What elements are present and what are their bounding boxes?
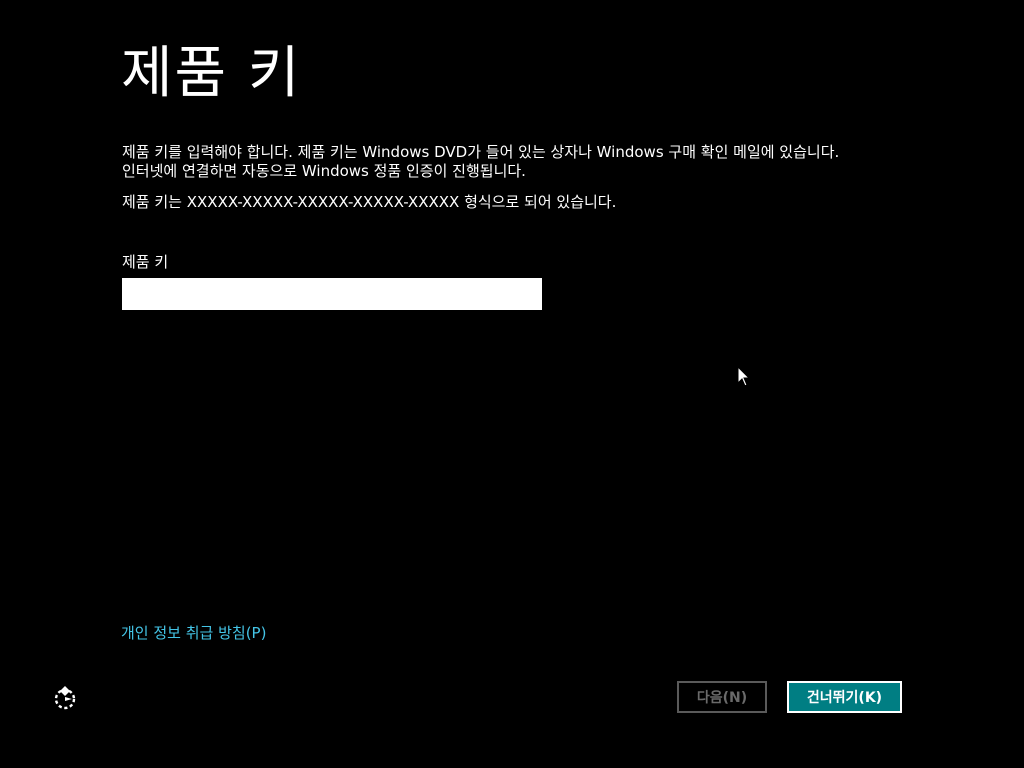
skip-button[interactable]: 건너뛰기(K) <box>787 681 902 713</box>
mouse-pointer-icon <box>737 365 751 388</box>
page-title: 제품 키 <box>121 41 302 106</box>
product-key-input[interactable] <box>122 278 542 310</box>
format-hint: 제품 키는 XXXXX-XXXXX-XXXXX-XXXXX-XXXXX 형식으로… <box>122 193 617 211</box>
ease-of-access-icon[interactable] <box>52 684 80 712</box>
description-line-1: 제품 키를 입력해야 합니다. 제품 키는 Windows DVD가 들어 있는… <box>122 143 840 161</box>
description-line-2: 인터넷에 연결하면 자동으로 Windows 정품 인증이 진행됩니다. <box>122 162 526 180</box>
privacy-policy-link[interactable]: 개인 정보 취급 방침(P) <box>121 623 266 643</box>
product-key-label: 제품 키 <box>122 253 169 271</box>
next-button[interactable]: 다음(N) <box>677 681 767 713</box>
